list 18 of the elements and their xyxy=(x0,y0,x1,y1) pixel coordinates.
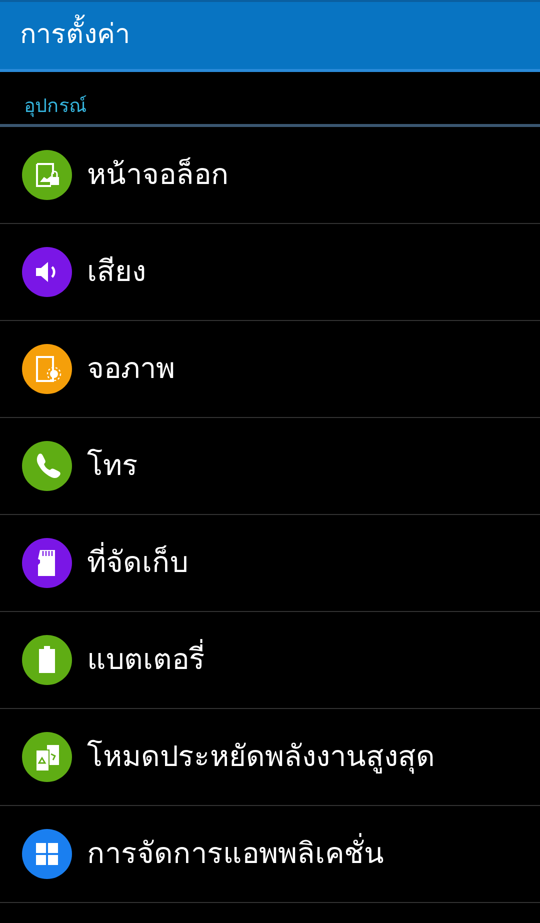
item-label: แบตเตอรี่ xyxy=(87,638,205,682)
item-label: หน้าจอล็อก xyxy=(87,156,229,194)
settings-item[interactable]: การจัดการแอพพลิเคชั่น xyxy=(0,806,540,903)
item-label: โหมดประหยัดพลังงานสูงสุด xyxy=(87,738,435,776)
item-label: เสียง xyxy=(87,253,146,290)
settings-item[interactable]: โทร xyxy=(0,418,540,515)
settings-item[interactable]: ที่จัดเก็บ xyxy=(0,515,540,612)
settings-item[interactable]: เสียง xyxy=(0,224,540,321)
item-label: จอภาพ xyxy=(87,350,175,388)
settings-item[interactable]: จอภาพ xyxy=(0,321,540,418)
item-label: ที่จัดเก็บ xyxy=(87,541,188,585)
section-heading: อุปกรณ์ xyxy=(24,94,87,119)
screen-title: การตั้งค่า xyxy=(20,15,130,56)
settings-item[interactable]: แบตเตอรี่ xyxy=(0,612,540,709)
settings-item[interactable]: หน้าจอล็อก xyxy=(0,127,540,224)
item-label: การจัดการแอพพลิเคชั่น xyxy=(87,832,384,876)
settings-item[interactable]: โหมดประหยัดพลังงานสูงสุด xyxy=(0,709,540,806)
item-label: โทร xyxy=(87,447,138,484)
